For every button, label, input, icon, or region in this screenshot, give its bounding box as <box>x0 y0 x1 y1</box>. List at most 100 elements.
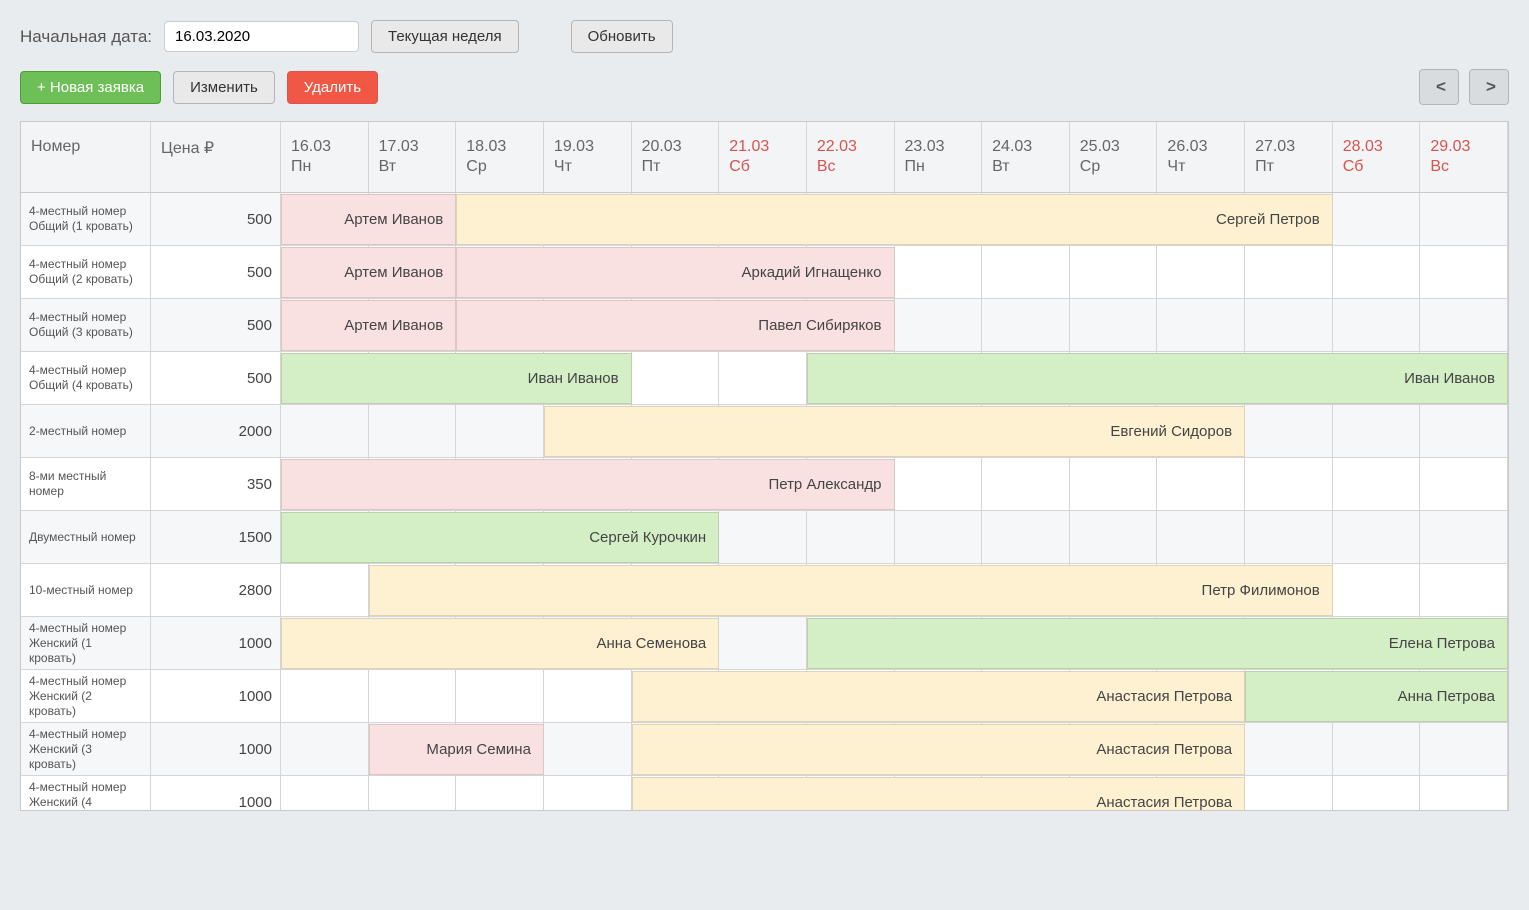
day-cell[interactable] <box>1420 511 1508 564</box>
booking[interactable]: Мария Семина <box>369 724 544 775</box>
table-row[interactable]: 4-местный номер Женский (3 кровать)1000М… <box>21 723 1508 776</box>
booking[interactable]: Анастасия Петрова <box>632 777 1246 811</box>
day-cell[interactable] <box>1245 776 1333 811</box>
day-cell[interactable] <box>1420 723 1508 776</box>
table-row[interactable]: 10-местный номер2800Петр Филимонов <box>21 564 1508 617</box>
day-cell[interactable] <box>1070 458 1158 511</box>
booking[interactable]: Елена Петрова <box>807 618 1508 669</box>
booking[interactable]: Анастасия Петрова <box>632 724 1246 775</box>
day-cell[interactable] <box>369 670 457 723</box>
day-cell[interactable] <box>1245 458 1333 511</box>
day-cell[interactable] <box>719 617 807 670</box>
table-row[interactable]: 4-местный номер Общий (1 кровать)500Арте… <box>21 193 1508 246</box>
day-cell[interactable] <box>281 776 369 811</box>
day-cell[interactable] <box>895 299 983 352</box>
day-cell[interactable] <box>456 405 544 458</box>
table-row[interactable]: 4-местный номер Общий (3 кровать)500Арте… <box>21 299 1508 352</box>
day-cell[interactable] <box>544 723 632 776</box>
refresh-button[interactable]: Обновить <box>571 20 673 53</box>
booking[interactable]: Анна Петрова <box>1245 671 1508 722</box>
table-row[interactable]: Двуместный номер1500Сергей Курочкин <box>21 511 1508 564</box>
table-row[interactable]: 4-местный номер Общий (4 кровать)500Иван… <box>21 352 1508 405</box>
day-cell[interactable] <box>281 564 369 617</box>
table-row[interactable]: 8-ми местный номер350Петр Александр <box>21 458 1508 511</box>
day-cell[interactable] <box>1333 193 1421 246</box>
table-row[interactable]: 4-местный номер Женский (2 кровать)1000А… <box>21 670 1508 723</box>
table-row[interactable]: 2-местный номер2000Евгений Сидоров <box>21 405 1508 458</box>
day-cell[interactable] <box>1420 193 1508 246</box>
booking[interactable]: Петр Александр <box>281 459 895 510</box>
day-cell[interactable] <box>1245 723 1333 776</box>
day-cell[interactable] <box>719 352 807 405</box>
day-cell[interactable] <box>1333 776 1421 811</box>
calendar-grid[interactable]: НомерЦена ₽16.03Пн17.03Вт18.03Ср19.03Чт2… <box>20 121 1509 811</box>
booking[interactable]: Петр Филимонов <box>369 565 1333 616</box>
booking[interactable]: Иван Иванов <box>281 353 632 404</box>
start-date-input[interactable] <box>164 21 359 52</box>
day-cell[interactable] <box>1157 511 1245 564</box>
table-row[interactable]: 4-местный номер Общий (2 кровать)500Арте… <box>21 246 1508 299</box>
day-cell[interactable] <box>895 458 983 511</box>
booking[interactable]: Евгений Сидоров <box>544 406 1245 457</box>
day-cell[interactable] <box>456 776 544 811</box>
prev-period-button[interactable]: < <box>1419 69 1459 105</box>
day-cell[interactable] <box>1420 246 1508 299</box>
day-cell[interactable] <box>719 511 807 564</box>
day-cell[interactable] <box>281 405 369 458</box>
day-cell[interactable] <box>1070 511 1158 564</box>
day-cell[interactable] <box>1245 511 1333 564</box>
day-cell[interactable] <box>1245 246 1333 299</box>
new-request-button[interactable]: + Новая заявка <box>20 71 161 104</box>
day-cell[interactable] <box>1157 458 1245 511</box>
day-cell[interactable] <box>1070 299 1158 352</box>
day-cell[interactable] <box>1420 776 1508 811</box>
booking[interactable]: Анна Семенова <box>281 618 719 669</box>
current-week-button[interactable]: Текущая неделя <box>371 20 519 53</box>
next-period-button[interactable]: > <box>1469 69 1509 105</box>
day-cell[interactable] <box>1333 458 1421 511</box>
booking[interactable]: Артем Иванов <box>281 300 456 351</box>
day-cell[interactable] <box>1333 246 1421 299</box>
day-cell[interactable] <box>1420 458 1508 511</box>
day-cell[interactable] <box>982 511 1070 564</box>
day-cell[interactable] <box>807 511 895 564</box>
booking[interactable]: Анастасия Петрова <box>632 671 1246 722</box>
day-cell[interactable] <box>1245 405 1333 458</box>
day-cell[interactable] <box>1070 246 1158 299</box>
booking[interactable]: Иван Иванов <box>807 353 1508 404</box>
day-cell[interactable] <box>281 670 369 723</box>
day-cell[interactable] <box>1333 299 1421 352</box>
day-cell[interactable] <box>281 723 369 776</box>
day-cell[interactable] <box>1420 299 1508 352</box>
day-cell[interactable] <box>982 246 1070 299</box>
day-cell[interactable] <box>1157 246 1245 299</box>
booking[interactable]: Артем Иванов <box>281 194 456 245</box>
day-cell[interactable] <box>982 299 1070 352</box>
booking[interactable]: Сергей Курочкин <box>281 512 719 563</box>
day-cell[interactable] <box>895 246 983 299</box>
day-cell[interactable] <box>1333 405 1421 458</box>
day-cell[interactable] <box>1333 564 1421 617</box>
table-row[interactable]: 4-местный номер Женский (4 кровать)1000А… <box>21 776 1508 811</box>
delete-button[interactable]: Удалить <box>287 71 378 104</box>
table-row[interactable]: 4-местный номер Женский (1 кровать)1000А… <box>21 617 1508 670</box>
edit-button[interactable]: Изменить <box>173 71 275 104</box>
day-cell[interactable] <box>1420 564 1508 617</box>
day-cell[interactable] <box>1333 723 1421 776</box>
booking[interactable]: Аркадий Игнащенко <box>456 247 894 298</box>
booking[interactable]: Павел Сибиряков <box>456 300 894 351</box>
day-cell[interactable] <box>982 458 1070 511</box>
day-cell[interactable] <box>1245 299 1333 352</box>
day-cell[interactable] <box>1157 299 1245 352</box>
day-cell[interactable] <box>1333 511 1421 564</box>
day-cell[interactable] <box>544 670 632 723</box>
booking[interactable]: Сергей Петров <box>456 194 1332 245</box>
day-cell[interactable] <box>1420 405 1508 458</box>
booking[interactable]: Артем Иванов <box>281 247 456 298</box>
day-cell[interactable] <box>544 776 632 811</box>
day-cell[interactable] <box>456 670 544 723</box>
day-cell[interactable] <box>632 352 720 405</box>
day-cell[interactable] <box>369 405 457 458</box>
day-cell[interactable] <box>369 776 457 811</box>
day-cell[interactable] <box>895 511 983 564</box>
